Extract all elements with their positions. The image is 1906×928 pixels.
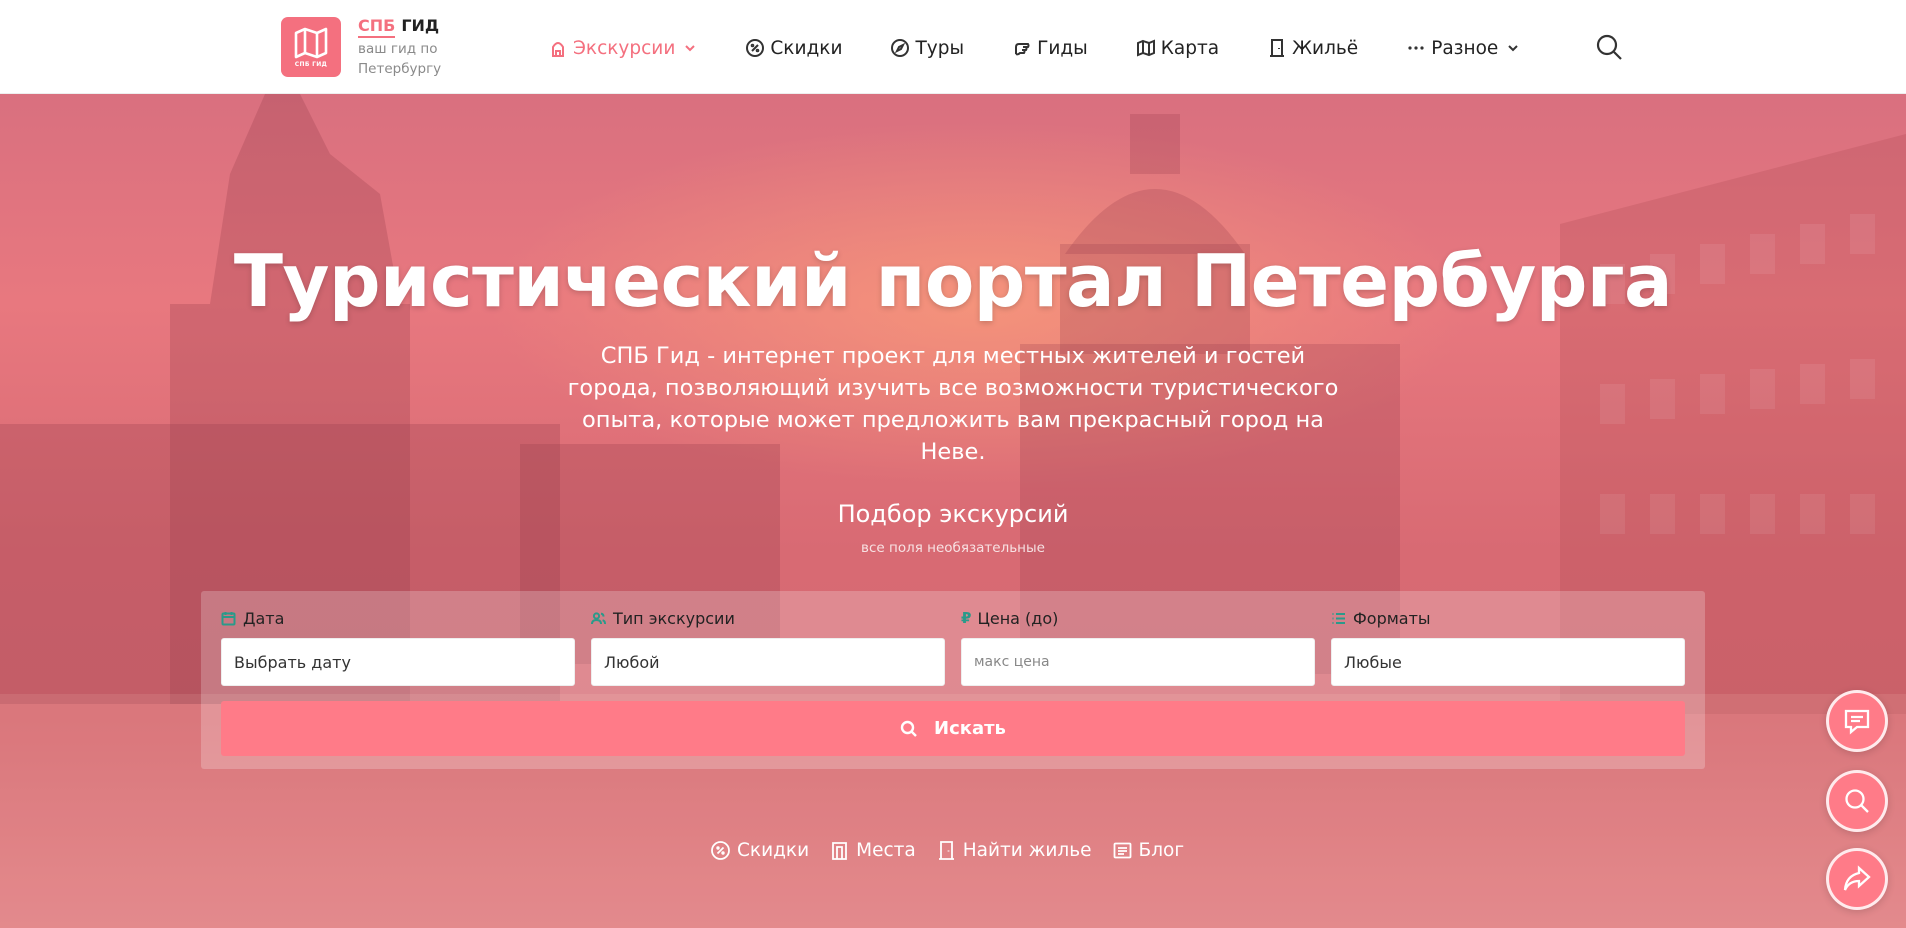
- nav-label: Гиды: [1037, 37, 1088, 59]
- formats-field: Форматы Любые: [1331, 607, 1685, 686]
- share-fab-button[interactable]: [1826, 848, 1888, 910]
- quick-link-label: Блог: [1138, 840, 1185, 861]
- date-label: Дата: [243, 608, 285, 628]
- chevron-down-icon: [685, 45, 696, 52]
- search-heading: Подбор экскурсий: [837, 500, 1069, 528]
- brand-tagline: ваш гид по Петербургу: [358, 41, 442, 77]
- brand-spb: СПБ: [358, 16, 396, 38]
- search-submit-button[interactable]: Искать: [221, 701, 1685, 756]
- type-select[interactable]: Любой: [591, 638, 945, 686]
- map-icon: [294, 27, 328, 58]
- formats-select[interactable]: Любые: [1331, 638, 1685, 686]
- quick-link-discounts[interactable]: Скидки: [710, 840, 809, 861]
- quick-link-label: Скидки: [737, 840, 810, 861]
- map-icon: [1136, 39, 1155, 57]
- dots-icon: [1408, 46, 1424, 50]
- nav-label: Экскурсии: [573, 37, 676, 59]
- search-icon: [1596, 34, 1622, 60]
- date-field: Дата Выбрать дату: [221, 607, 575, 686]
- hero-title: Туристический портал Петербурга: [233, 239, 1673, 323]
- price-field: ₽ Цена (до) макс цена: [961, 607, 1315, 686]
- search-note: все поля необязательные: [861, 540, 1045, 556]
- blog-icon: [1113, 842, 1131, 859]
- hero-section: Туристический портал Петербурга СПБ Гид …: [0, 94, 1906, 928]
- chevron-down-icon: [1508, 45, 1519, 52]
- quick-link-label: Места: [856, 840, 916, 861]
- site-header: СПБ ГИД СПБ ГИД ваш гид по Петербургу Экс…: [0, 0, 1906, 94]
- nav-label: Скидки: [770, 37, 843, 59]
- calendar-icon: [221, 611, 236, 625]
- share-icon: [1843, 865, 1871, 891]
- date-picker[interactable]: Выбрать дату: [221, 638, 575, 686]
- search-icon: [1845, 789, 1869, 813]
- price-label: Цена (до): [977, 608, 1059, 628]
- chat-fab-button[interactable]: [1826, 690, 1888, 752]
- compass-icon: [891, 39, 910, 57]
- quick-link-label: Найти жилье: [962, 840, 1092, 861]
- nav-label: Разное: [1431, 37, 1499, 59]
- quick-links: Скидки Места Найти жилье Блог: [710, 840, 1204, 861]
- list-icon: [1332, 612, 1345, 624]
- type-field: Тип экскурсии Любой: [591, 607, 945, 686]
- hand-icon: [1015, 43, 1030, 56]
- nav-label: Туры: [915, 37, 965, 59]
- discount-icon: [711, 841, 730, 860]
- door-icon: [938, 841, 954, 860]
- excursion-search-form: Дата Выбрать дату Тип экскурсии Любой ₽ …: [201, 591, 1705, 769]
- excursion-icon: [552, 42, 564, 57]
- hero-description: СПБ Гид - интернет проект для местных жи…: [567, 343, 1339, 465]
- quick-link-places[interactable]: Места: [829, 840, 916, 861]
- nav-item-housing[interactable]: Жильё: [1267, 38, 1358, 59]
- nav-label: Жильё: [1292, 37, 1359, 59]
- building-icon: [832, 842, 848, 860]
- search-fab-button[interactable]: [1826, 770, 1888, 832]
- users-icon: [591, 611, 606, 624]
- price-input[interactable]: макс цена: [961, 638, 1315, 686]
- nav-item-misc[interactable]: Разное: [1406, 38, 1520, 59]
- nav-item-excursions[interactable]: Экскурсии: [548, 38, 697, 59]
- brand[interactable]: СПБ ГИД ваш гид по Петербургу: [358, 16, 468, 79]
- nav-item-discounts[interactable]: Скидки: [745, 38, 842, 59]
- discount-icon: [746, 39, 765, 57]
- nav-label: Карта: [1160, 37, 1220, 59]
- type-label: Тип экскурсии: [613, 608, 735, 628]
- ruble-icon: ₽: [961, 609, 972, 627]
- formats-label: Форматы: [1353, 608, 1431, 628]
- search-button[interactable]: [1595, 33, 1623, 61]
- brand-gid: ГИД: [401, 16, 440, 35]
- logo-text: СПБ ГИД: [294, 60, 328, 68]
- search-submit-label: Искать: [934, 718, 1006, 739]
- nav-item-map[interactable]: Карта: [1136, 38, 1219, 59]
- quick-link-blog[interactable]: Блог: [1112, 840, 1185, 861]
- chat-icon: [1844, 709, 1870, 735]
- nav-item-tours[interactable]: Туры: [890, 38, 964, 59]
- door-icon: [1270, 39, 1285, 57]
- quick-link-housing[interactable]: Найти жилье: [936, 840, 1092, 861]
- search-icon: [900, 720, 917, 737]
- logo[interactable]: СПБ ГИД: [281, 17, 341, 77]
- main-nav: Экскурсии Скидки Туры Гиды Карта Жильё Р…: [548, 28, 1520, 68]
- nav-item-guides[interactable]: Гиды: [1012, 38, 1088, 59]
